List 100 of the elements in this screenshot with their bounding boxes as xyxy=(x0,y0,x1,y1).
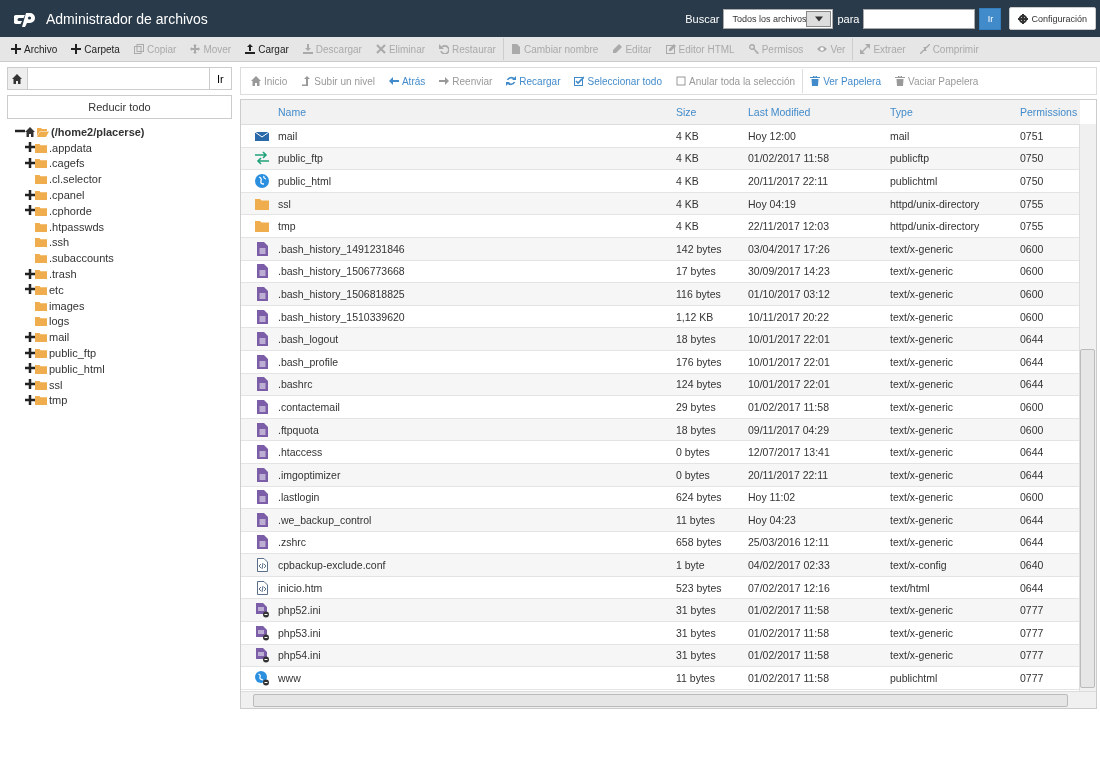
expand-toggle-icon[interactable] xyxy=(25,205,35,216)
file-row[interactable]: www 11 bytes 01/02/2017 11:58 publichtml 0777 xyxy=(241,667,1080,690)
expand-toggle-icon[interactable] xyxy=(25,331,35,342)
table-cell-text: 31 bytes xyxy=(676,626,717,639)
file-row[interactable]: mail 4 KB Hoy 12:00 mail 0751 xyxy=(241,125,1080,148)
file-row[interactable]: .imgoptimizer 0 bytes 20/11/2017 22:11 text/x-generic 0644 xyxy=(241,463,1080,487)
folder-label[interactable]: public_html xyxy=(49,362,105,375)
home-icon xyxy=(12,73,23,84)
toolbar-button[interactable]: Archivo xyxy=(4,43,65,55)
table-cell-text: 01/02/2017 11:58 xyxy=(748,649,830,662)
folder-label[interactable]: (/home2/placerse) xyxy=(51,125,145,138)
search-field[interactable] xyxy=(863,8,976,29)
file-row[interactable]: tmp 4 KB 22/11/2017 12:03 httpd/unix-directory 0755 xyxy=(241,215,1080,238)
folder-label[interactable]: logs xyxy=(49,315,70,328)
file-row[interactable]: php52.ini 31 bytes 01/02/2017 11:58 text/x-generic 0777 xyxy=(241,599,1080,623)
file-row[interactable]: php54.ini 31 bytes 01/02/2017 11:58 text/x-generic 0777 xyxy=(241,644,1080,668)
scope-dropdown[interactable]: Todos los archivos xyxy=(723,8,834,29)
table-cell-text: text/x-generic xyxy=(890,423,955,436)
table-cell-text: text/x-generic xyxy=(890,446,955,459)
toolbar-button[interactable]: Carpeta xyxy=(64,43,127,55)
expand-toggle-icon[interactable] xyxy=(25,394,35,405)
table-cell-text: .bash_profile xyxy=(278,355,340,368)
folder-label[interactable]: .cl.selector xyxy=(49,173,102,186)
table-cell-text: public_html xyxy=(278,175,333,187)
table-cell-text: 0644 xyxy=(1020,468,1045,481)
file-row[interactable]: .bashrc 124 bytes 10/01/2017 22:01 text/x-generic 0644 xyxy=(241,373,1080,397)
copy-icon xyxy=(133,44,144,54)
file-row[interactable]: .bash_logout 18 bytes 10/01/2017 22:01 text/x-generic 0644 xyxy=(241,328,1080,351)
folder-label[interactable]: .cphorde xyxy=(49,204,92,217)
table-cell-text: 01/02/2017 11:58 xyxy=(748,152,830,165)
file-row[interactable]: public_ftp 4 KB 01/02/2017 11:58 publicftp 0750 xyxy=(241,147,1080,171)
collapse-all-button[interactable]: Reducir todo xyxy=(7,95,232,119)
upload-icon xyxy=(245,44,256,54)
table-cell-text: text/x-generic xyxy=(890,242,955,255)
expand-toggle-icon[interactable] xyxy=(25,363,35,374)
folder-label[interactable]: .ssh xyxy=(49,236,70,249)
folder-label[interactable]: .cagefs xyxy=(49,157,85,170)
folder-label[interactable]: .cpanel xyxy=(49,189,85,202)
table-cell-text: 0644 xyxy=(1020,355,1045,368)
file-row[interactable]: .htaccess 0 bytes 12/07/2017 13:41 text/x-generic 0644 xyxy=(241,441,1080,464)
table-cell-text: public_ftp xyxy=(278,152,324,165)
file-row[interactable]: .bash_history_1506818825 116 bytes 01/10/2017 03:12 text/x-generic 0600 xyxy=(241,283,1080,306)
file-row[interactable]: public_html 4 KB 20/11/2017 22:11 publichtml 0750 xyxy=(241,170,1080,193)
folder-label[interactable]: ssl xyxy=(49,378,63,391)
file-row[interactable]: cpbackup-exclude.conf 1 byte 04/02/2017 02:33 text/x-config 0640 xyxy=(241,554,1080,577)
table-cell-text: 0777 xyxy=(1020,672,1045,685)
pencil-icon xyxy=(612,44,623,54)
table-cell-text: 09/11/2017 04:29 xyxy=(748,423,830,436)
folder-icon xyxy=(35,190,47,201)
expand-toggle-icon[interactable] xyxy=(25,142,35,153)
table-cell-text: 1,12 KB xyxy=(676,310,715,323)
search-go-button[interactable]: Ir xyxy=(979,7,1002,30)
file-row[interactable]: .bash_profile 176 bytes 10/01/2017 22:01 text/x-generic 0644 xyxy=(241,350,1080,374)
file-row[interactable]: .bash_history_1491231846 142 bytes 03/04/2017 17:26 text/x-generic 0600 xyxy=(241,237,1080,261)
scrollbar-thumb[interactable] xyxy=(1080,349,1095,688)
file-row[interactable]: .contactemail 29 bytes 01/02/2017 11:58 text/x-generic 0600 xyxy=(241,396,1080,419)
folder-label[interactable]: images xyxy=(49,299,85,312)
table-cell-text: text/x-generic xyxy=(890,333,955,346)
table-cell-text: 12/07/2017 13:41 xyxy=(748,446,831,459)
expand-toggle-icon[interactable] xyxy=(25,347,35,358)
nav-button[interactable]: Atrás xyxy=(381,75,433,87)
folder-label[interactable]: .subaccounts xyxy=(49,252,114,265)
nav-button[interactable]: Recargar xyxy=(499,75,568,87)
file-row[interactable]: .we_backup_control 11 bytes Hoy 04:23 text/x-generic 0644 xyxy=(241,509,1080,532)
folder-label[interactable]: .htpasswds xyxy=(49,220,105,233)
file-row[interactable]: .ftpquota 18 bytes 09/11/2017 04:29 text/x-generic 0600 xyxy=(241,418,1080,442)
file-row[interactable]: php53.ini 31 bytes 01/02/2017 11:58 text/x-generic 0777 xyxy=(241,622,1080,645)
nav-button[interactable]: Seleccionar todo xyxy=(567,75,669,87)
nav-button[interactable]: Ver Papelera xyxy=(803,75,888,87)
table-cell-text: php54.ini xyxy=(278,649,322,662)
level-up-icon xyxy=(301,76,312,86)
table-cell-text: Hoy 11:02 xyxy=(748,491,797,504)
table-cell-text: 4 KB xyxy=(676,129,700,142)
checkbox-icon xyxy=(675,76,686,86)
expand-toggle-icon[interactable] xyxy=(25,158,35,168)
table-cell-text: publichtml xyxy=(890,672,939,685)
folder-label[interactable]: tmp xyxy=(49,394,68,407)
horizontal-scrollbar[interactable] xyxy=(241,691,1096,708)
table-cell-text: www xyxy=(278,672,302,685)
scrollbar-thumb[interactable] xyxy=(253,694,1068,707)
expand-toggle-icon[interactable] xyxy=(25,379,35,390)
folder-label[interactable]: .trash xyxy=(49,268,77,281)
folder-label[interactable]: .appdata xyxy=(49,141,92,154)
table-cell-text: Hoy 04:19 xyxy=(748,197,797,210)
file-row[interactable]: ssl 4 KB Hoy 04:19 httpd/unix-directory 0755 xyxy=(241,192,1080,216)
table-cell-text: inicio.htm xyxy=(278,581,324,594)
toolbar-button[interactable]: Cargar xyxy=(238,43,296,55)
table-cell-text: text/x-generic xyxy=(890,265,955,278)
expand-toggle-icon[interactable] xyxy=(25,284,35,295)
vertical-scrollbar[interactable] xyxy=(1079,124,1096,692)
expand-toggle-icon[interactable] xyxy=(25,189,35,200)
path-field[interactable]: Ir xyxy=(7,67,232,90)
expand-toggle-icon[interactable] xyxy=(25,268,35,279)
table-cell-text: ssl xyxy=(278,197,292,210)
table-cell-text: 31 bytes xyxy=(676,604,717,617)
logo-icon xyxy=(14,10,38,27)
settings-button[interactable]: Configuración xyxy=(1009,7,1096,30)
folder-label[interactable]: etc xyxy=(49,283,64,296)
folder-label[interactable]: mail xyxy=(49,331,70,344)
folder-label[interactable]: public_ftp xyxy=(49,347,97,360)
